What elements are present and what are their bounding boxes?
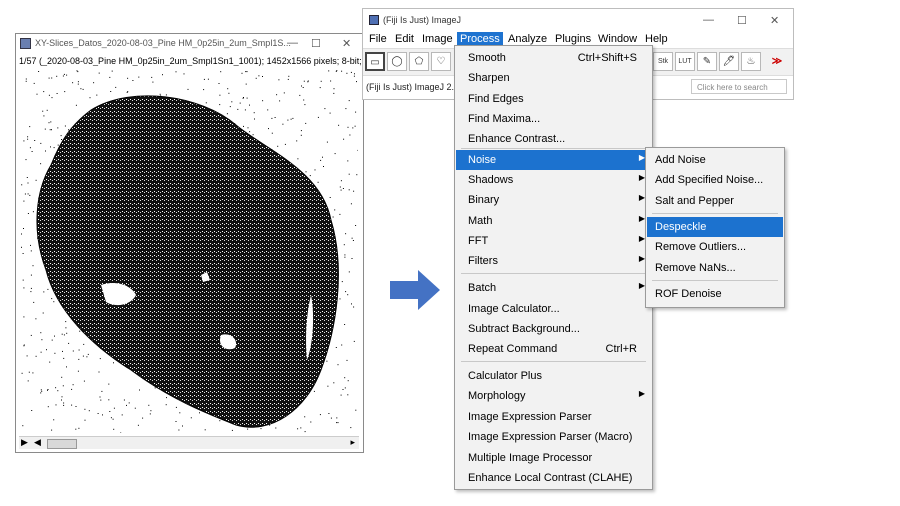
shortcut-smooth: Ctrl+Shift+S <box>577 52 637 64</box>
lut-tool-icon[interactable]: LUT <box>675 52 695 71</box>
menu-separator <box>461 148 646 149</box>
polygon-tool-icon[interactable]: ⬠ <box>409 52 429 71</box>
image-scrollbar[interactable]: ▶ ◀ ▸ <box>19 436 359 449</box>
menu-item-noise[interactable]: Noise ▶ <box>456 150 651 170</box>
freehand-tool-icon[interactable]: ♡ <box>431 52 451 71</box>
menu-item-subtract-background[interactable]: Subtract Background... <box>456 319 651 339</box>
menu-item-remove-outliers[interactable]: Remove Outliers... <box>647 237 783 257</box>
menu-plugins[interactable]: Plugins <box>555 33 591 45</box>
menu-item-repeat-command[interactable]: Repeat Command Ctrl+R <box>456 339 651 359</box>
noise-submenu: Add Noise Add Specified Noise... Salt an… <box>645 147 785 308</box>
stack-tool-icon[interactable]: Stk <box>653 52 673 71</box>
menu-separator <box>461 273 646 274</box>
image-window-title: XY-Slices_Datos_2020-08-03_Pine HM_0p25i… <box>35 38 291 48</box>
brush-tool-icon[interactable]: 🖊 <box>719 52 739 71</box>
menu-item-batch[interactable]: Batch ▶ <box>456 278 651 298</box>
menu-item-enhance-contrast[interactable]: Enhance Contrast... <box>456 129 651 149</box>
imagej-app-icon <box>369 15 379 25</box>
menu-edit[interactable]: Edit <box>395 33 414 45</box>
close-icon[interactable]: ✕ <box>770 14 779 27</box>
scroll-right-icon[interactable]: ▸ <box>350 437 355 448</box>
menu-analyze[interactable]: Analyze <box>508 33 547 45</box>
right-arrow-icon <box>390 270 440 310</box>
menu-item-fft[interactable]: FFT ▶ <box>456 231 651 251</box>
menu-help[interactable]: Help <box>645 33 668 45</box>
menu-item-find-maxima[interactable]: Find Maxima... <box>456 109 651 129</box>
menu-item-multiple-image-processor[interactable]: Multiple Image Processor <box>456 448 651 468</box>
play-icon[interactable]: ▶ <box>21 437 28 448</box>
rectangle-tool-icon[interactable]: ▭ <box>365 52 385 71</box>
menu-item-morphology[interactable]: Morphology ▶ <box>456 386 651 406</box>
menu-separator <box>652 280 778 281</box>
maximize-icon[interactable]: ☐ <box>737 14 747 27</box>
menu-item-image-expression-parser-macro[interactable]: Image Expression Parser (Macro) <box>456 427 651 447</box>
menu-item-sharpen[interactable]: Sharpen <box>456 68 651 88</box>
menu-item-salt-and-pepper[interactable]: Salt and Pepper <box>647 191 783 211</box>
menu-item-math[interactable]: Math ▶ <box>456 211 651 231</box>
menu-item-rof-denoise[interactable]: ROF Denoise <box>647 284 783 304</box>
status-text: (Fiji Is Just) ImageJ 2.1 <box>366 82 460 92</box>
more-tools-icon[interactable]: ≫ <box>767 52 787 71</box>
menu-item-add-noise[interactable]: Add Noise <box>647 150 783 170</box>
menu-item-image-expression-parser[interactable]: Image Expression Parser <box>456 407 651 427</box>
menu-item-find-edges[interactable]: Find Edges <box>456 89 651 109</box>
submenu-arrow-icon: ▶ <box>638 389 645 398</box>
menu-item-calculator-plus[interactable]: Calculator Plus <box>456 366 651 386</box>
menu-item-despeckle[interactable]: Despeckle <box>647 217 783 237</box>
menu-item-filters[interactable]: Filters ▶ <box>456 251 651 271</box>
process-menu: Smooth Ctrl+Shift+S Sharpen Find Edges F… <box>454 45 653 490</box>
menu-item-shadows[interactable]: Shadows ▶ <box>456 170 651 190</box>
minimize-icon[interactable]: — <box>287 37 298 49</box>
minimize-icon[interactable]: — <box>703 14 714 26</box>
menu-process[interactable]: Process <box>457 32 503 46</box>
close-icon[interactable]: ✕ <box>342 37 351 50</box>
menu-image[interactable]: Image <box>422 33 453 45</box>
menu-item-remove-nans[interactable]: Remove NaNs... <box>647 258 783 278</box>
search-input[interactable]: Click here to search <box>691 79 787 94</box>
menu-separator <box>652 213 778 214</box>
imagej-titlebar[interactable]: (Fiji Is Just) ImageJ — ☐ ✕ <box>363 9 793 31</box>
shortcut-repeat-command: Ctrl+R <box>605 343 637 355</box>
pencil-tool-icon[interactable]: ✎ <box>697 52 717 71</box>
menu-item-add-specified-noise[interactable]: Add Specified Noise... <box>647 170 783 190</box>
menu-file[interactable]: File <box>369 33 387 45</box>
imagej-title: (Fiji Is Just) ImageJ <box>383 15 462 25</box>
menu-item-binary[interactable]: Binary ▶ <box>456 190 651 210</box>
image-canvas[interactable] <box>21 70 358 433</box>
imagej-app-icon <box>20 38 31 49</box>
image-info-line: 1/57 (_2020-08-03_Pine HM_0p25in_2um_Smp… <box>19 56 361 66</box>
scrollbar-thumb[interactable] <box>47 439 77 449</box>
maximize-icon[interactable]: ☐ <box>311 37 321 50</box>
menu-item-smooth[interactable]: Smooth Ctrl+Shift+S <box>456 48 651 68</box>
oval-tool-icon[interactable]: ◯ <box>387 52 407 71</box>
scroll-left-icon[interactable]: ◀ <box>34 437 41 448</box>
flood-fill-tool-icon[interactable]: ♨ <box>741 52 761 71</box>
ct-slice-image <box>21 70 358 433</box>
menu-item-enhance-local-contrast[interactable]: Enhance Local Contrast (CLAHE) <box>456 468 651 488</box>
menu-window[interactable]: Window <box>598 33 637 45</box>
image-window: XY-Slices_Datos_2020-08-03_Pine HM_0p25i… <box>15 33 364 453</box>
menu-separator <box>461 361 646 362</box>
menu-item-image-calculator[interactable]: Image Calculator... <box>456 299 651 319</box>
image-window-titlebar[interactable]: XY-Slices_Datos_2020-08-03_Pine HM_0p25i… <box>16 34 363 54</box>
